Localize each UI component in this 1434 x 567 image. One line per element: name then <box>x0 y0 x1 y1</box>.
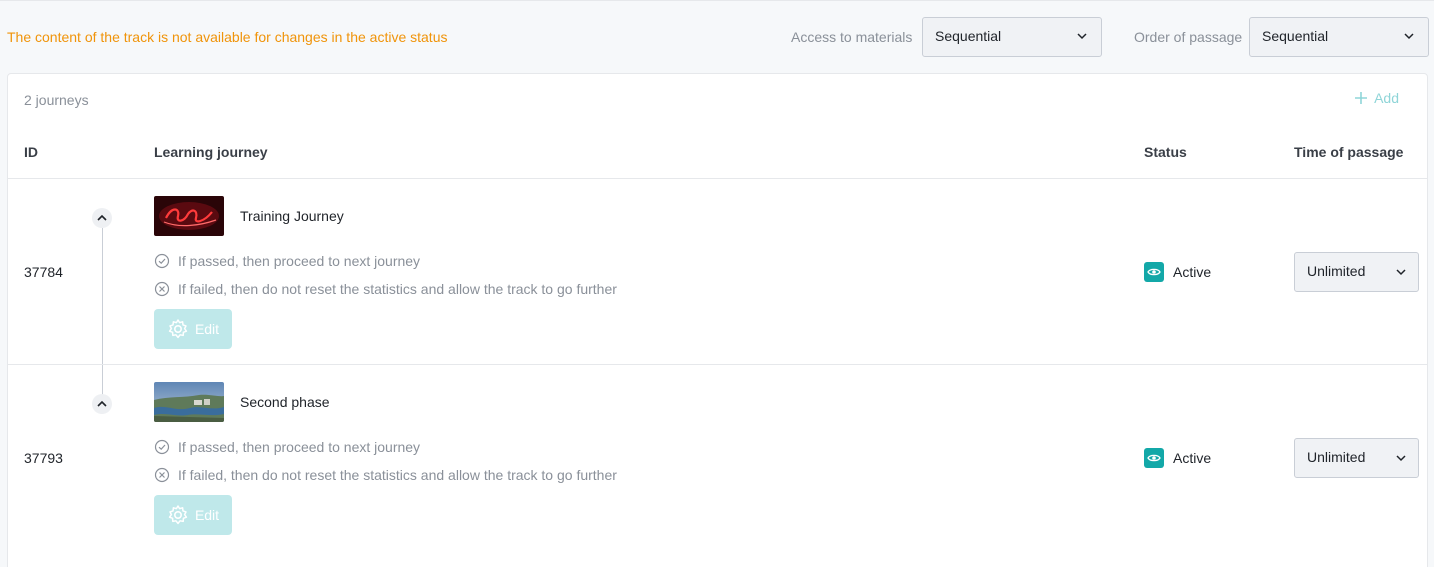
order-of-passage-label: Order of passage <box>1134 29 1243 45</box>
time-of-passage-select[interactable]: Unlimited <box>1294 438 1419 478</box>
status-badge: Active <box>1144 262 1211 282</box>
journey-thumbnail <box>154 382 224 422</box>
check-circle-icon <box>154 253 170 269</box>
journey-thumbnail-image <box>154 382 224 422</box>
time-of-passage-select[interactable]: Unlimited <box>1294 252 1419 292</box>
journey-name[interactable]: Training Journey <box>240 208 344 224</box>
edit-journey-button[interactable]: Edit <box>154 309 232 349</box>
edit-label: Edit <box>194 507 220 523</box>
order-of-passage-select[interactable]: Sequential <box>1249 17 1429 57</box>
journey-thumbnail <box>154 196 224 236</box>
chevron-down-icon <box>1404 33 1414 40</box>
gear-icon <box>168 505 188 525</box>
access-to-materials-label: Access to materials <box>791 29 913 45</box>
order-of-passage-value: Sequential <box>1262 28 1329 44</box>
access-to-materials-select[interactable]: Sequential <box>922 17 1102 57</box>
journey-name[interactable]: Second phase <box>240 394 330 410</box>
plus-icon <box>1355 92 1368 104</box>
journey-id: 37793 <box>24 450 63 466</box>
time-of-passage-value: Unlimited <box>1307 449 1366 465</box>
journey-id: 37784 <box>24 264 63 280</box>
x-circle-icon <box>154 281 170 297</box>
gear-icon <box>168 319 188 339</box>
journey-thumbnail-image <box>154 196 224 236</box>
chevron-up-icon <box>97 400 107 407</box>
passed-rule-text: If passed, then proceed to next journey <box>178 253 421 269</box>
row-divider <box>8 364 1427 365</box>
chevron-down-icon <box>1077 33 1087 40</box>
eye-icon <box>1144 262 1164 282</box>
column-header-id: ID <box>24 144 38 160</box>
chevron-down-icon <box>1396 455 1406 462</box>
failed-rule: If failed, then do not reset the statist… <box>154 281 617 297</box>
column-header-learning-journey: Learning journey <box>154 144 268 160</box>
eye-icon <box>1144 448 1164 468</box>
edit-journey-button[interactable]: Edit <box>154 495 232 535</box>
collapse-row-button[interactable] <box>92 208 112 228</box>
top-toolbar: The content of the track is not availabl… <box>0 0 1434 72</box>
passed-rule: If passed, then proceed to next journey <box>154 253 420 269</box>
edit-label: Edit <box>194 321 220 337</box>
passed-rule: If passed, then proceed to next journey <box>154 439 420 455</box>
journeys-count: 2 journeys <box>24 92 89 108</box>
chevron-up-icon <box>97 214 107 221</box>
failed-rule-text: If failed, then do not reset the statist… <box>178 467 617 483</box>
check-circle-icon <box>154 439 170 455</box>
collapse-row-button[interactable] <box>92 394 112 414</box>
status-text: Active <box>1173 264 1212 280</box>
passed-rule-text: If passed, then proceed to next journey <box>178 439 421 455</box>
chevron-down-icon <box>1396 269 1406 276</box>
journey-connector-line <box>102 228 103 400</box>
status-text: Active <box>1173 450 1212 466</box>
failed-rule: If failed, then do not reset the statist… <box>154 467 617 483</box>
failed-rule-text: If failed, then do not reset the statist… <box>178 281 617 297</box>
access-to-materials-value: Sequential <box>935 28 1002 44</box>
add-journey-button[interactable]: Add <box>1354 90 1399 106</box>
add-journey-label: Add <box>1374 90 1399 106</box>
header-divider <box>8 178 1427 179</box>
column-header-time-of-passage: Time of passage <box>1294 144 1404 160</box>
x-circle-icon <box>154 467 170 483</box>
time-of-passage-value: Unlimited <box>1307 263 1366 279</box>
column-header-status: Status <box>1144 144 1187 160</box>
journeys-card: 2 journeys Add ID Learning journey Statu… <box>7 73 1428 567</box>
locked-content-warning: The content of the track is not availabl… <box>7 29 448 45</box>
status-badge: Active <box>1144 448 1211 468</box>
